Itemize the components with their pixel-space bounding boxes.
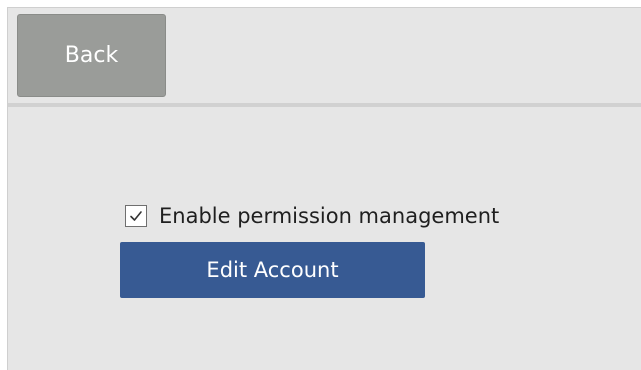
permission-management-label: Enable permission management: [159, 204, 500, 228]
main-panel: Back Enable permission management Edit A…: [7, 7, 641, 370]
permission-management-option[interactable]: Enable permission management: [125, 204, 499, 228]
permission-management-checkbox[interactable]: [125, 205, 147, 227]
edit-account-button[interactable]: Edit Account: [120, 242, 425, 298]
toolbar-divider: [8, 103, 641, 107]
checkmark-icon: [130, 211, 142, 221]
top-toolbar: Back: [8, 8, 641, 104]
back-button[interactable]: Back: [17, 14, 166, 97]
